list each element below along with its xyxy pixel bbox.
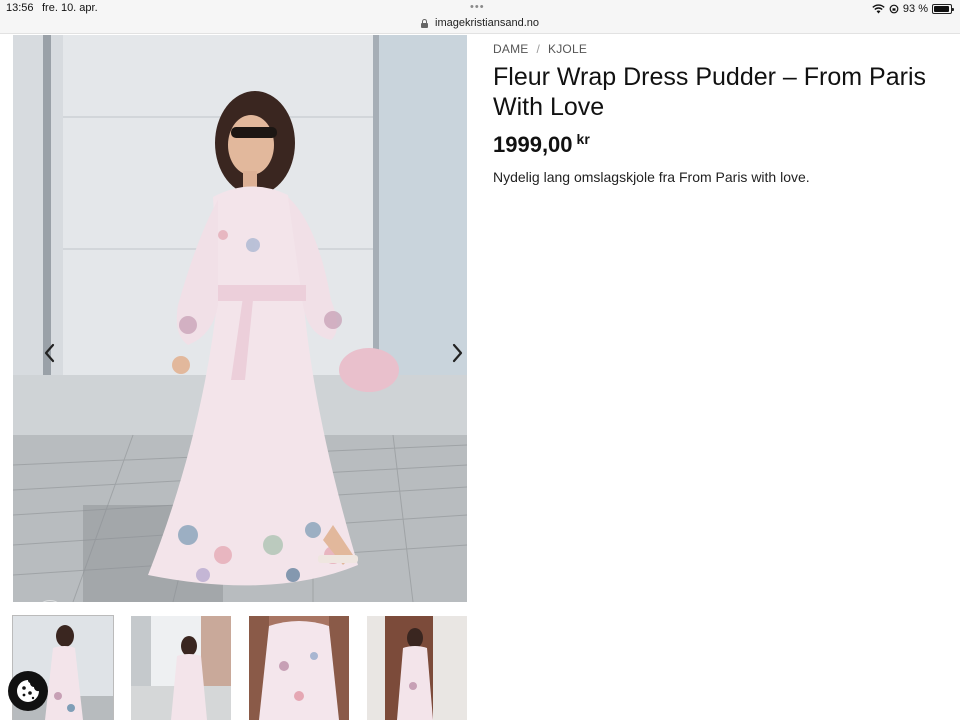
breadcrumb-link-dame[interactable]: DAME — [493, 42, 528, 56]
chevron-left-icon — [44, 343, 55, 363]
lock-icon — [420, 19, 428, 28]
status-date: fre. 10. apr. — [42, 2, 98, 14]
status-indicators: 93 % — [872, 2, 954, 16]
thumbnail-4[interactable] — [367, 616, 467, 720]
product-description: Nydelig lang omslagskjole fra From Paris… — [493, 169, 810, 185]
thumbnail-strip — [12, 615, 467, 720]
product-main-image[interactable] — [13, 35, 467, 602]
cookie-settings-button[interactable] — [8, 671, 48, 711]
status-bar: 13:56 fre. 10. apr. ••• imagekristiansan… — [0, 0, 960, 34]
breadcrumb-link-kjole[interactable]: KJOLE — [548, 42, 587, 56]
chevron-right-icon — [452, 343, 463, 363]
price-amount: 1999,00 — [493, 132, 573, 157]
dress-photo — [13, 35, 467, 602]
next-image-button[interactable] — [446, 341, 467, 365]
address-bar[interactable]: imagekristiansand.no — [0, 17, 960, 29]
price-currency: kr — [576, 131, 590, 147]
thumbnail-2[interactable] — [131, 616, 231, 720]
cookie-icon — [17, 680, 39, 702]
battery-icon — [932, 4, 954, 14]
battery-fill — [934, 6, 949, 12]
status-time: 13:56 — [6, 2, 34, 14]
wifi-icon — [872, 4, 885, 14]
battery-percent: 93 % — [902, 3, 928, 15]
orientation-lock-icon — [889, 4, 899, 14]
multitask-dots-icon[interactable]: ••• — [470, 1, 485, 13]
product-price: 1999,00 kr — [493, 131, 590, 158]
thumbnail-image — [249, 616, 349, 720]
breadcrumb-separator: / — [536, 42, 541, 56]
thumbnail-image — [131, 616, 231, 720]
thumbnail-3[interactable] — [249, 616, 349, 720]
url-text[interactable]: imagekristiansand.no — [435, 17, 539, 29]
previous-image-button[interactable] — [39, 341, 61, 365]
product-title: Fleur Wrap Dress Pudder – From Paris Wit… — [493, 63, 926, 121]
breadcrumb: DAME / KJOLE — [493, 42, 587, 56]
thumbnail-image — [367, 616, 467, 720]
